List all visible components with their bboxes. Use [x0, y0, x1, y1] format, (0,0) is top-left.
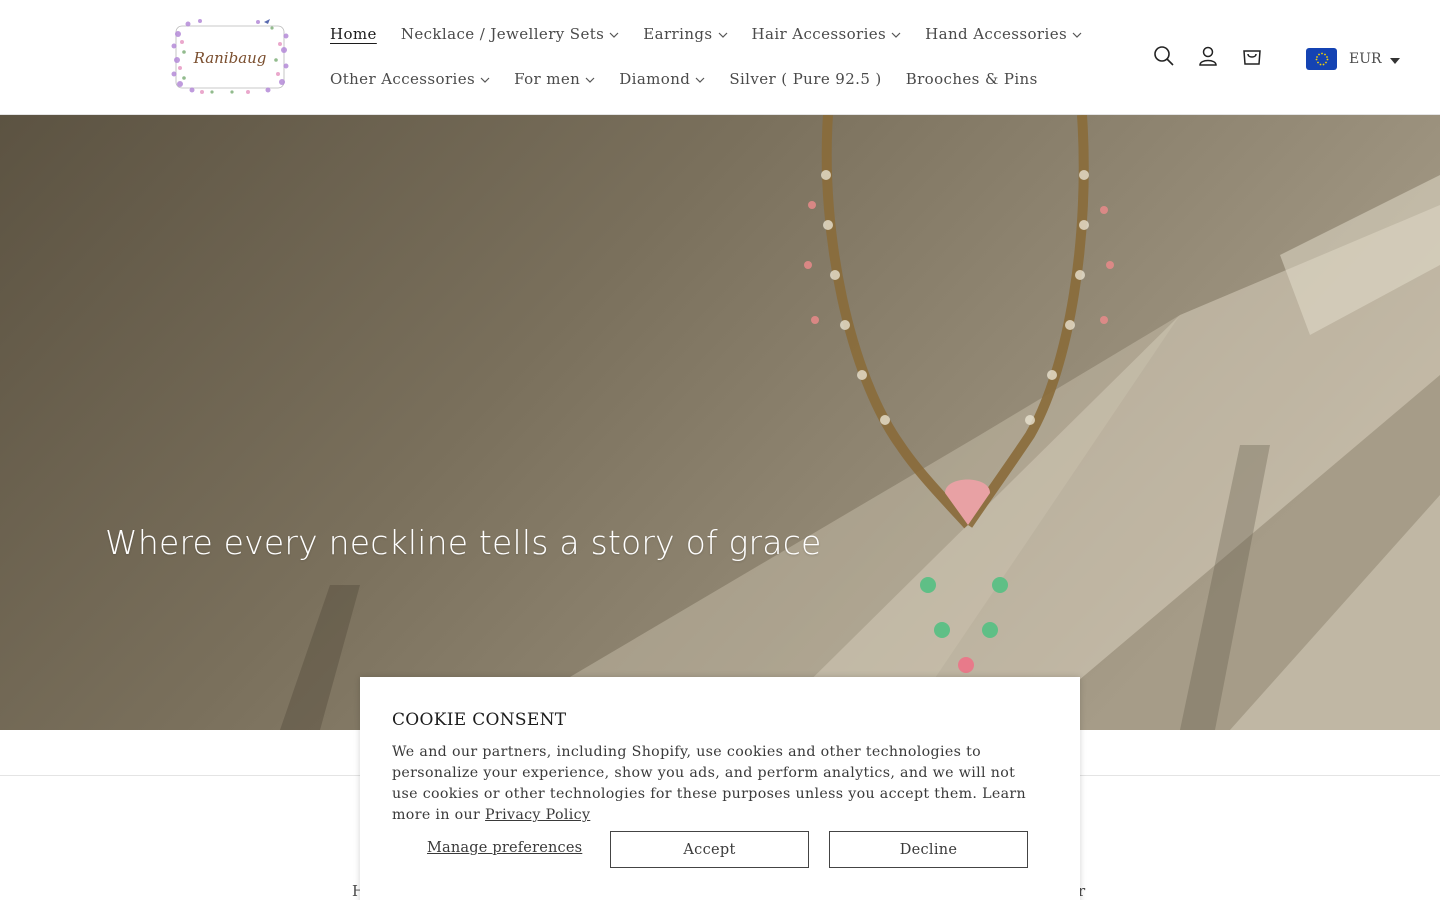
chevron-down-icon	[1072, 32, 1082, 38]
chevron-down-icon	[609, 32, 619, 38]
nav-silver-label: Silver ( Pure 92.5 )	[729, 70, 882, 88]
site-header: Ranibaug Home Necklace / Jewellery Sets …	[0, 0, 1440, 115]
search-button[interactable]	[1152, 44, 1176, 68]
cart-icon	[1243, 50, 1261, 65]
caret-down-icon	[1389, 57, 1400, 64]
nav-other-accessories[interactable]: Other Accessories	[330, 70, 490, 88]
nav-diamond-label: Diamond	[619, 70, 691, 88]
nav-home-label: Home	[330, 25, 377, 43]
nav-earrings[interactable]: Earrings	[643, 25, 727, 43]
logo-wreath-icon: Ranibaug	[171, 19, 289, 94]
chevron-down-icon	[480, 77, 490, 83]
store-logo[interactable]: Ranibaug	[168, 16, 292, 96]
chevron-down-icon	[891, 32, 901, 38]
nav-brooches-pins[interactable]: Brooches & Pins	[906, 70, 1038, 88]
hero-tagline: Where every neckline tells a story of gr…	[105, 523, 822, 562]
search-icon	[1154, 46, 1174, 66]
chevron-down-icon	[718, 32, 727, 38]
nav-brooches-label: Brooches & Pins	[905, 70, 1038, 88]
account-button[interactable]	[1196, 44, 1220, 68]
currency-selector[interactable]: EUR	[1306, 48, 1400, 70]
nav-hand-label: Hand Accessories	[925, 25, 1068, 43]
nav-for-men[interactable]: For men	[514, 70, 595, 88]
cookie-actions: Manage preferences Accept Decline	[392, 831, 1028, 868]
nav-men-label: For men	[514, 70, 581, 88]
manage-preferences-link[interactable]: Manage preferences	[427, 840, 582, 856]
header-icons	[1152, 44, 1284, 68]
nav-other-label: Other Accessories	[330, 70, 476, 88]
nav-hair-accessories[interactable]: Hair Accessories	[752, 25, 902, 43]
chevron-down-icon	[585, 77, 595, 83]
account-icon	[1199, 46, 1217, 66]
nav-necklace-label: Necklace / Jewellery Sets	[400, 25, 605, 43]
accept-button[interactable]: Accept	[610, 831, 809, 868]
nav-home[interactable]: Home	[330, 25, 377, 43]
main-nav-row-2: Other Accessories For men Diamond Silver…	[330, 67, 1062, 91]
nav-hand-accessories[interactable]: Hand Accessories	[925, 25, 1082, 43]
cookie-title: COOKIE CONSENT	[392, 710, 567, 730]
nav-hair-label: Hair Accessories	[751, 25, 887, 43]
privacy-policy-link[interactable]: Privacy Policy	[485, 807, 590, 823]
decline-button[interactable]: Decline	[829, 831, 1028, 868]
nav-silver[interactable]: Silver ( Pure 92.5 )	[729, 70, 881, 88]
main-nav-row-1: Home Necklace / Jewellery Sets Earrings …	[330, 22, 1106, 46]
hero-image	[0, 115, 1440, 730]
nav-earrings-label: Earrings	[643, 25, 713, 43]
nav-diamond[interactable]: Diamond	[619, 70, 705, 88]
nav-necklace-jewellery-sets[interactable]: Necklace / Jewellery Sets	[401, 25, 619, 43]
cookie-body: We and our partners, including Shopify, …	[392, 742, 1032, 826]
currency-code: EUR	[1349, 51, 1382, 67]
cookie-consent-dialog: COOKIE CONSENT We and our partners, incl…	[360, 677, 1080, 900]
svg-text:Ranibaug: Ranibaug	[193, 49, 267, 67]
eu-flag-icon	[1306, 48, 1337, 70]
cart-button[interactable]	[1240, 44, 1264, 68]
hero-banner: Where every neckline tells a story of gr…	[0, 115, 1440, 730]
chevron-down-icon	[695, 77, 705, 83]
